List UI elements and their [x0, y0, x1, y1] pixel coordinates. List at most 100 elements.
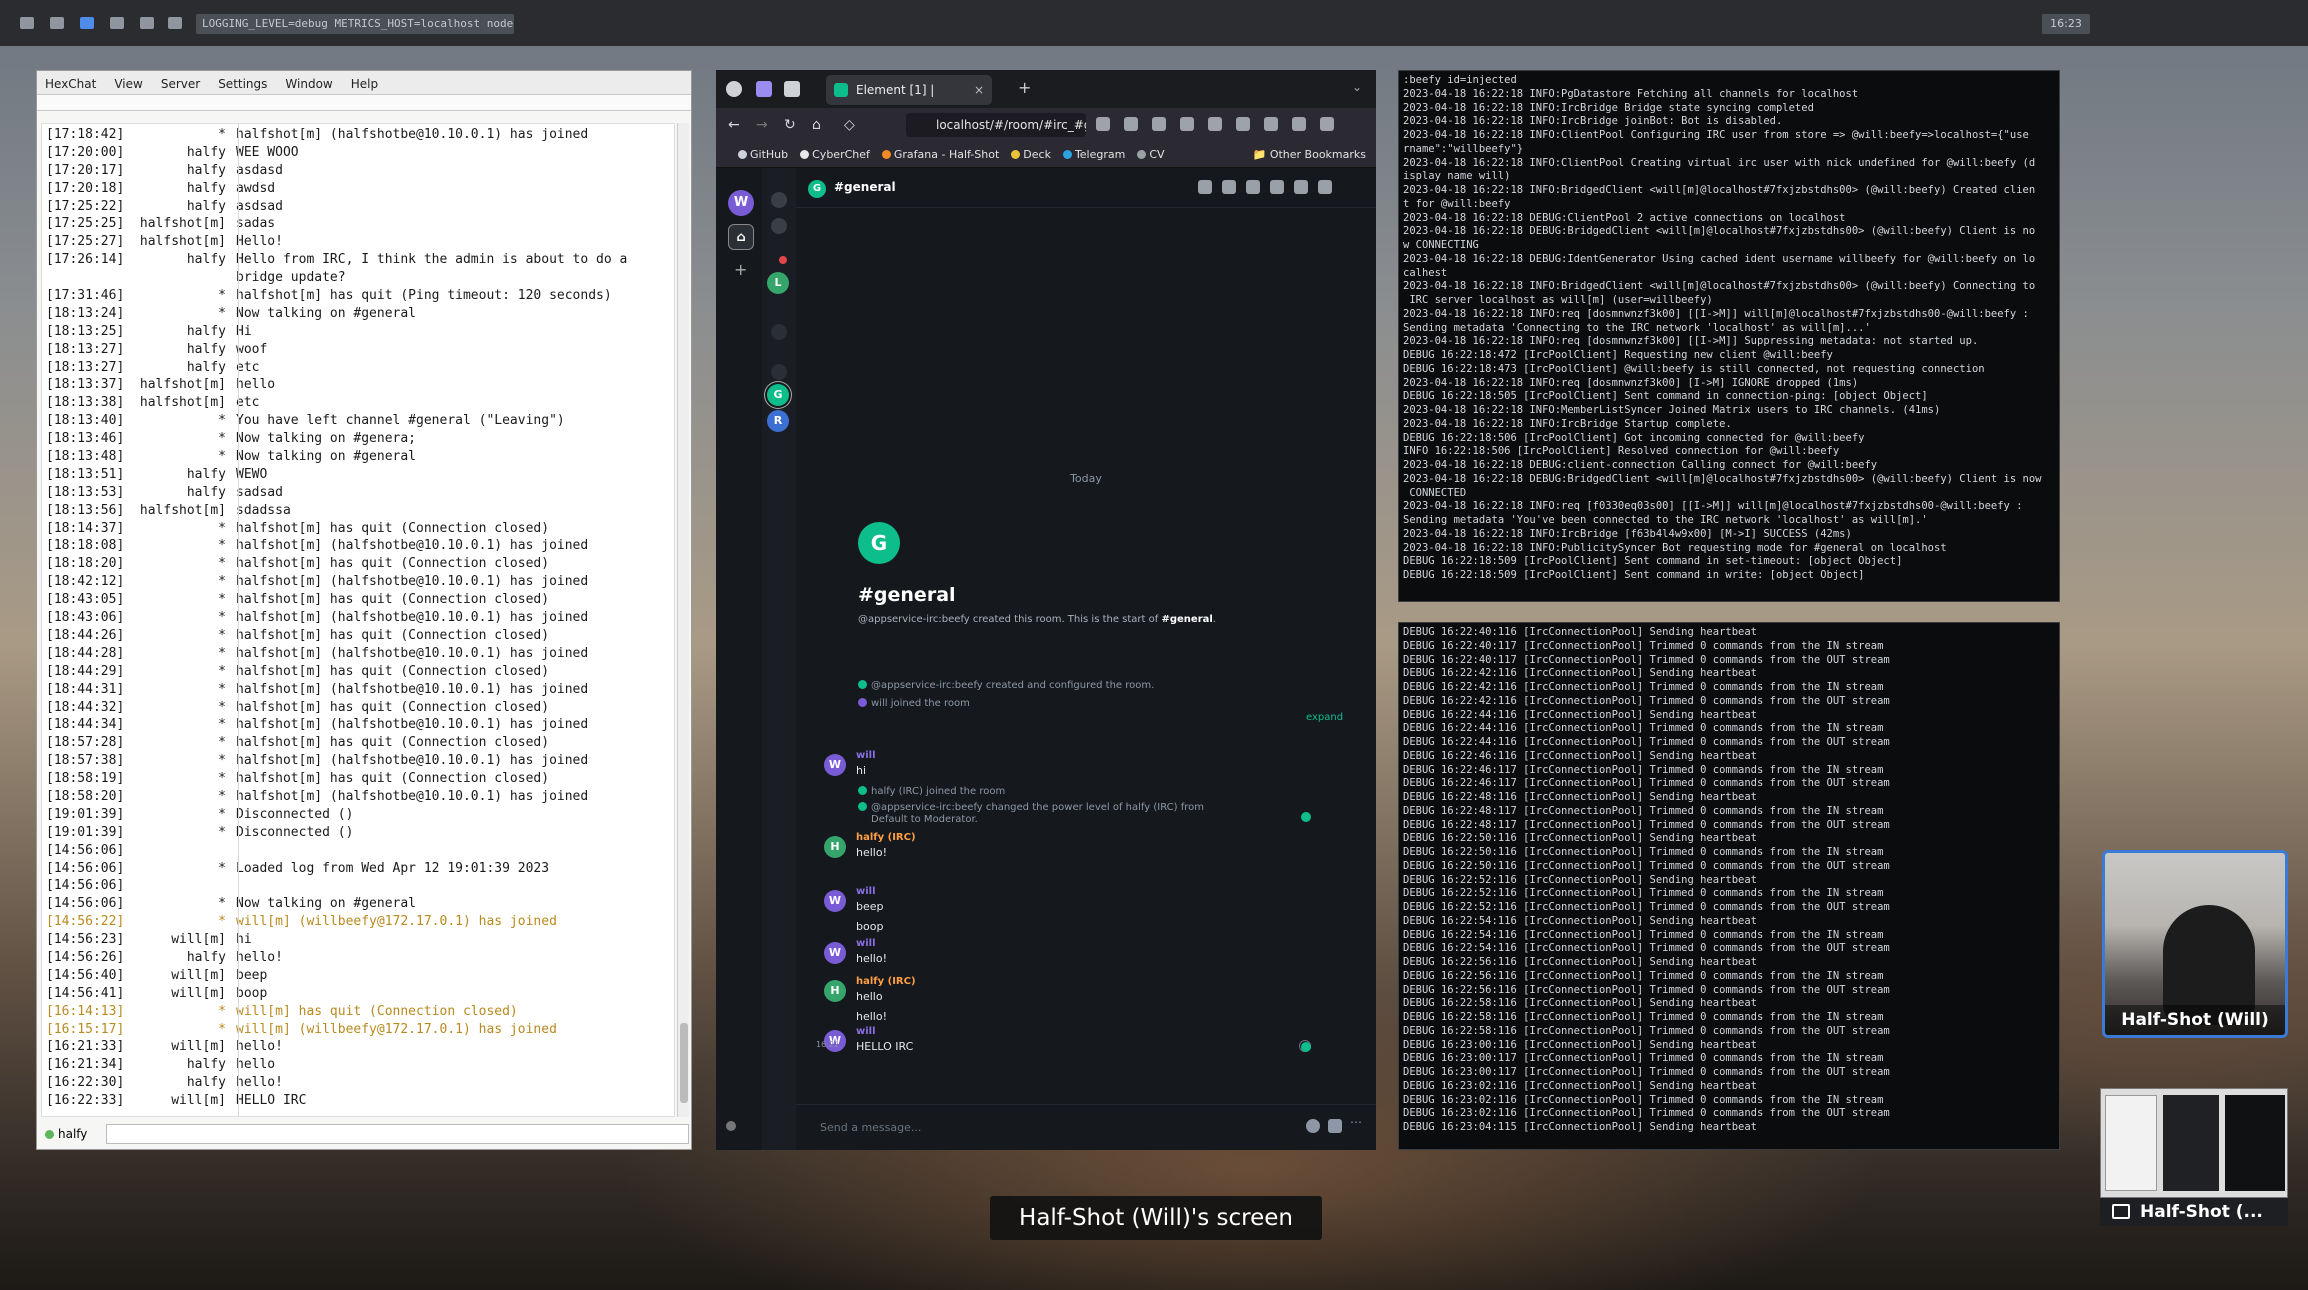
menu-item[interactable]: Server: [161, 77, 200, 94]
terminal-pool-log[interactable]: DEBUG 16:22:40:116 [IrcConnectionPool] S…: [1398, 622, 2060, 1150]
bookmark-item[interactable]: Telegram: [1062, 148, 1125, 161]
home-icon[interactable]: ⌂: [728, 224, 754, 250]
github-icon[interactable]: [726, 81, 742, 97]
message-sender[interactable]: will: [856, 886, 876, 897]
room-avatar-l[interactable]: L: [767, 272, 789, 294]
message-composer[interactable]: Send a message...: [820, 1121, 921, 1134]
add-icon[interactable]: [771, 364, 787, 380]
extension-icon[interactable]: [1096, 117, 1110, 131]
back-icon[interactable]: ←: [728, 117, 740, 133]
message-avatar[interactable]: H: [824, 980, 846, 1002]
threads-icon[interactable]: [1270, 180, 1284, 194]
close-icon[interactable]: ×: [974, 75, 984, 105]
bookmark-item[interactable]: Deck: [1011, 148, 1051, 161]
app-icon[interactable]: [80, 17, 94, 29]
expand-link[interactable]: expand: [1306, 712, 1343, 723]
info-icon[interactable]: [1318, 180, 1332, 194]
download-icon[interactable]: [1264, 117, 1278, 131]
read-receipt-icon[interactable]: [1301, 1042, 1311, 1052]
room-avatar[interactable]: G: [808, 180, 826, 198]
terminal-bridge-log[interactable]: :beefy id=injected 2023-04-18 16:22:18 IN…: [1398, 70, 2060, 602]
bookmark-star-icon[interactable]: [1124, 117, 1138, 131]
room-avatar-r[interactable]: R: [767, 410, 789, 432]
nick-button[interactable]: halfy: [58, 1127, 102, 1141]
chevron-down-icon[interactable]: ⌄: [1352, 80, 1362, 94]
extension-icon[interactable]: [756, 81, 772, 97]
log-time: [16:14:13]: [46, 1003, 125, 1019]
bookmark-item[interactable]: GitHub: [738, 148, 788, 161]
message-sender[interactable]: halfy (IRC): [856, 832, 916, 843]
user-avatar[interactable]: W: [728, 190, 754, 216]
chat-log[interactable]: [17:18:42] * halfshot[m] (halfshotbe@10.10…: [41, 123, 675, 1117]
more-icon[interactable]: ⋯: [1350, 1115, 1364, 1129]
log-time: [19:01:39]: [46, 806, 125, 822]
bell-icon[interactable]: [1294, 180, 1308, 194]
message-sender[interactable]: will: [856, 938, 876, 949]
room-avatar-general[interactable]: G: [767, 384, 789, 406]
call-icon[interactable]: [1198, 180, 1212, 194]
add-space-icon[interactable]: +: [734, 260, 747, 279]
menu-icon[interactable]: [1320, 117, 1334, 131]
search-icon[interactable]: [1246, 180, 1260, 194]
app-icon[interactable]: [50, 17, 64, 29]
app-icon[interactable]: [140, 17, 154, 29]
settings-icon[interactable]: [726, 1121, 736, 1131]
home-icon[interactable]: ⌂: [812, 117, 821, 133]
message-sender[interactable]: will: [856, 1026, 876, 1037]
explore-icon[interactable]: [771, 218, 787, 234]
forward-icon[interactable]: →: [756, 117, 768, 133]
message-avatar[interactable]: W: [824, 890, 846, 912]
menu-item[interactable]: Window: [285, 77, 332, 94]
message-sender[interactable]: halfy (IRC): [856, 976, 916, 987]
message-sender[interactable]: will: [856, 750, 876, 761]
message-avatar[interactable]: W: [824, 942, 846, 964]
terminal-title[interactable]: LOGGING_LEVEL=debug METRICS_HOST=localho…: [196, 14, 514, 34]
shield-icon[interactable]: ◇: [844, 117, 855, 133]
menu-item[interactable]: Help: [351, 77, 378, 94]
extension-icon[interactable]: [1236, 117, 1250, 131]
attachment-icon[interactable]: [1328, 1119, 1342, 1133]
bookmark-item[interactable]: Grafana - Half-Shot: [881, 148, 999, 161]
address-bar[interactable]: localhost/#/room/#irc_#g: [906, 113, 1086, 137]
log-line: Sending metadata 'Connecting to the IRC …: [1403, 321, 1871, 334]
pocket-icon[interactable]: [1152, 117, 1166, 131]
other-bookmarks[interactable]: 📁 Other Bookmarks: [1253, 148, 1366, 161]
new-tab-icon[interactable]: +: [1018, 78, 1031, 97]
tab-element[interactable]: Element [1] | #general ×: [826, 75, 992, 127]
message-avatar[interactable]: W: [824, 754, 846, 776]
log-time: [18:13:38]: [46, 395, 125, 411]
video-icon[interactable]: [1222, 180, 1236, 194]
log-time: [18:44:31]: [46, 681, 125, 697]
scroll-thumb[interactable]: [680, 1023, 688, 1103]
room-name[interactable]: #general: [834, 180, 896, 194]
bookmark-item[interactable]: CyberChef: [800, 148, 870, 161]
emoji-icon[interactable]: [1306, 1119, 1320, 1133]
message-avatar[interactable]: H: [824, 836, 846, 858]
screen-share-label[interactable]: Half-Shot (...: [2100, 1198, 2288, 1226]
chat-scrollbar[interactable]: [677, 123, 689, 1117]
add-icon[interactable]: [771, 324, 787, 340]
search-icon[interactable]: [771, 192, 787, 208]
log-line: calhest: [1403, 266, 1448, 279]
menu-item[interactable]: View: [114, 77, 142, 94]
menu-item[interactable]: Settings: [218, 77, 267, 94]
log-nick: *: [218, 305, 226, 321]
extension-icon[interactable]: [1208, 117, 1222, 131]
menu-item[interactable]: HexChat: [45, 77, 96, 94]
bookmark-item[interactable]: CV: [1137, 148, 1165, 161]
timeline-event: will joined the room: [858, 698, 970, 709]
participant-video[interactable]: Half-Shot (Will): [2102, 850, 2288, 1038]
extension-icon[interactable]: [1292, 117, 1306, 131]
reload-icon[interactable]: ↻: [784, 117, 796, 133]
log-nick: *: [218, 896, 226, 912]
app-icon[interactable]: [110, 17, 124, 29]
app-icon[interactable]: [20, 17, 34, 29]
message-input[interactable]: [106, 1124, 689, 1144]
extension-icon[interactable]: [1180, 117, 1194, 131]
log-nick: halfy: [186, 180, 226, 196]
screen-share-thumbnail[interactable]: [2100, 1088, 2288, 1198]
read-receipt-icon[interactable]: [1301, 812, 1311, 822]
tab-list-icon[interactable]: [784, 81, 800, 97]
app-icon[interactable]: [168, 17, 182, 29]
